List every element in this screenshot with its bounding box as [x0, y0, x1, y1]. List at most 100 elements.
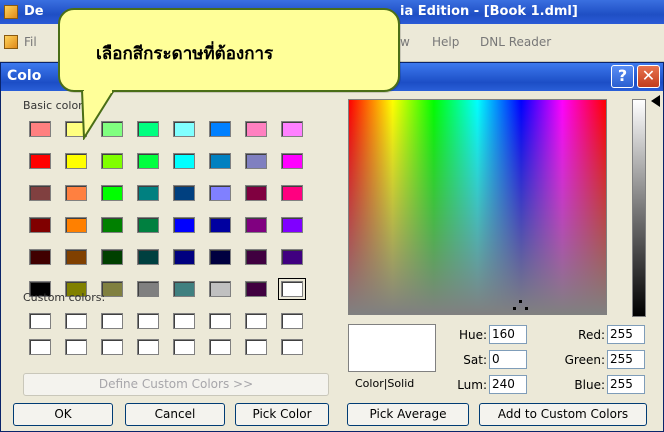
app-title-left: De	[24, 4, 44, 19]
basic-color-swatch[interactable]	[29, 249, 51, 265]
basic-color-swatch[interactable]	[245, 217, 267, 233]
basic-color-swatch[interactable]	[29, 217, 51, 233]
menu-view[interactable]: w	[400, 35, 410, 49]
basic-color-swatch[interactable]	[281, 217, 303, 233]
basic-color-swatch[interactable]	[245, 281, 267, 297]
cancel-button[interactable]: Cancel	[125, 403, 225, 426]
menu-dnl-reader[interactable]: DNL Reader	[480, 35, 551, 49]
basic-color-swatch[interactable]	[245, 249, 267, 265]
basic-color-swatch[interactable]	[137, 217, 159, 233]
define-custom-colors-button[interactable]: Define Custom Colors >>	[23, 373, 329, 396]
hue-label: Hue:	[458, 328, 487, 342]
luminosity-arrow-icon[interactable]	[651, 95, 660, 107]
basic-color-swatch[interactable]	[209, 249, 231, 265]
basic-color-swatch[interactable]	[173, 185, 195, 201]
basic-color-swatch[interactable]	[281, 185, 303, 201]
custom-color-swatch[interactable]	[209, 313, 231, 329]
basic-color-swatch[interactable]	[65, 185, 87, 201]
menu-help[interactable]: Help	[432, 35, 459, 49]
basic-color-swatch[interactable]	[245, 185, 267, 201]
add-to-custom-colors-button[interactable]: Add to Custom Colors	[479, 403, 647, 426]
document-icon	[4, 35, 18, 49]
pick-color-button[interactable]: Pick Color	[235, 403, 329, 426]
basic-color-swatch[interactable]	[209, 217, 231, 233]
basic-color-swatch[interactable]	[281, 249, 303, 265]
callout-bubble: เลือกสีกระดาษที่ต้องการ	[58, 8, 400, 92]
blue-field[interactable]: 255	[607, 375, 645, 394]
custom-color-swatch[interactable]	[281, 339, 303, 355]
basic-color-swatch[interactable]	[101, 153, 123, 169]
custom-color-swatch[interactable]	[281, 313, 303, 329]
basic-color-swatch[interactable]	[209, 121, 231, 137]
basic-color-swatch[interactable]	[137, 281, 159, 297]
custom-color-swatch[interactable]	[65, 313, 87, 329]
basic-color-swatch[interactable]	[137, 121, 159, 137]
sat-field[interactable]: 0	[489, 350, 527, 369]
basic-color-swatch[interactable]	[65, 217, 87, 233]
callout-pointer	[80, 90, 116, 140]
sat-label: Sat:	[463, 353, 487, 367]
close-button[interactable]: ✕	[637, 65, 660, 88]
basic-color-swatch[interactable]	[101, 217, 123, 233]
basic-color-swatch[interactable]	[101, 249, 123, 265]
help-button[interactable]: ?	[611, 65, 634, 88]
dialog-title: Colo	[7, 68, 42, 84]
luminosity-slider[interactable]	[632, 99, 646, 317]
basic-color-swatch[interactable]	[173, 281, 195, 297]
custom-color-swatch[interactable]	[29, 313, 51, 329]
callout-text: เลือกสีกระดาษที่ต้องการ	[96, 44, 274, 64]
basic-color-swatch[interactable]	[209, 185, 231, 201]
lum-field[interactable]: 240	[489, 375, 527, 394]
basic-color-swatch[interactable]	[29, 153, 51, 169]
custom-color-swatch[interactable]	[65, 339, 87, 355]
basic-color-swatch[interactable]	[245, 121, 267, 137]
basic-color-swatch[interactable]	[173, 153, 195, 169]
hue-field[interactable]: 160	[489, 325, 527, 344]
basic-color-swatch[interactable]	[65, 249, 87, 265]
custom-color-swatch[interactable]	[137, 339, 159, 355]
basic-color-swatch[interactable]	[209, 153, 231, 169]
green-label: Green:	[564, 353, 605, 367]
basic-color-swatch[interactable]	[65, 153, 87, 169]
basic-color-swatch[interactable]	[137, 249, 159, 265]
spectrum-crosshair-dot	[513, 307, 516, 310]
custom-color-swatch[interactable]	[101, 339, 123, 355]
basic-color-swatch[interactable]	[245, 153, 267, 169]
custom-color-swatch[interactable]	[209, 339, 231, 355]
basic-color-swatch[interactable]	[29, 121, 51, 137]
custom-color-swatch[interactable]	[245, 313, 267, 329]
pick-average-button[interactable]: Pick Average	[347, 403, 469, 426]
app-title-right: ia Edition - [Book 1.dml]	[400, 4, 578, 19]
spectrum-crosshair-dot	[525, 307, 528, 310]
green-field[interactable]: 255	[607, 350, 645, 369]
basic-color-swatch[interactable]	[281, 121, 303, 137]
blue-label: Blue:	[574, 378, 605, 392]
custom-color-swatch[interactable]	[173, 313, 195, 329]
color-preview	[348, 324, 436, 372]
basic-color-swatch[interactable]	[173, 217, 195, 233]
basic-color-swatch[interactable]	[278, 278, 306, 300]
basic-color-swatch[interactable]	[173, 121, 195, 137]
basic-color-swatch[interactable]	[173, 249, 195, 265]
basic-color-swatch[interactable]	[137, 185, 159, 201]
red-label: Red:	[578, 328, 605, 342]
custom-color-swatch[interactable]	[29, 339, 51, 355]
red-field[interactable]: 255	[607, 325, 645, 344]
basic-color-swatch[interactable]	[101, 185, 123, 201]
ok-button[interactable]: OK	[13, 403, 113, 426]
basic-color-swatch[interactable]	[209, 281, 231, 297]
custom-colors-label: Custom colors:	[23, 291, 106, 304]
menu-file[interactable]: Fil	[24, 35, 37, 49]
custom-color-swatch[interactable]	[245, 339, 267, 355]
color-solid-label: Color|Solid	[355, 377, 415, 390]
custom-color-swatch[interactable]	[137, 313, 159, 329]
basic-color-swatch[interactable]	[29, 185, 51, 201]
basic-color-swatch[interactable]	[137, 153, 159, 169]
app-icon	[4, 5, 18, 19]
color-spectrum[interactable]	[348, 99, 607, 315]
custom-color-swatch[interactable]	[101, 313, 123, 329]
spectrum-crosshair[interactable]	[519, 300, 522, 303]
lum-label: Lum:	[457, 378, 487, 392]
custom-color-swatch[interactable]	[173, 339, 195, 355]
basic-color-swatch[interactable]	[281, 153, 303, 169]
